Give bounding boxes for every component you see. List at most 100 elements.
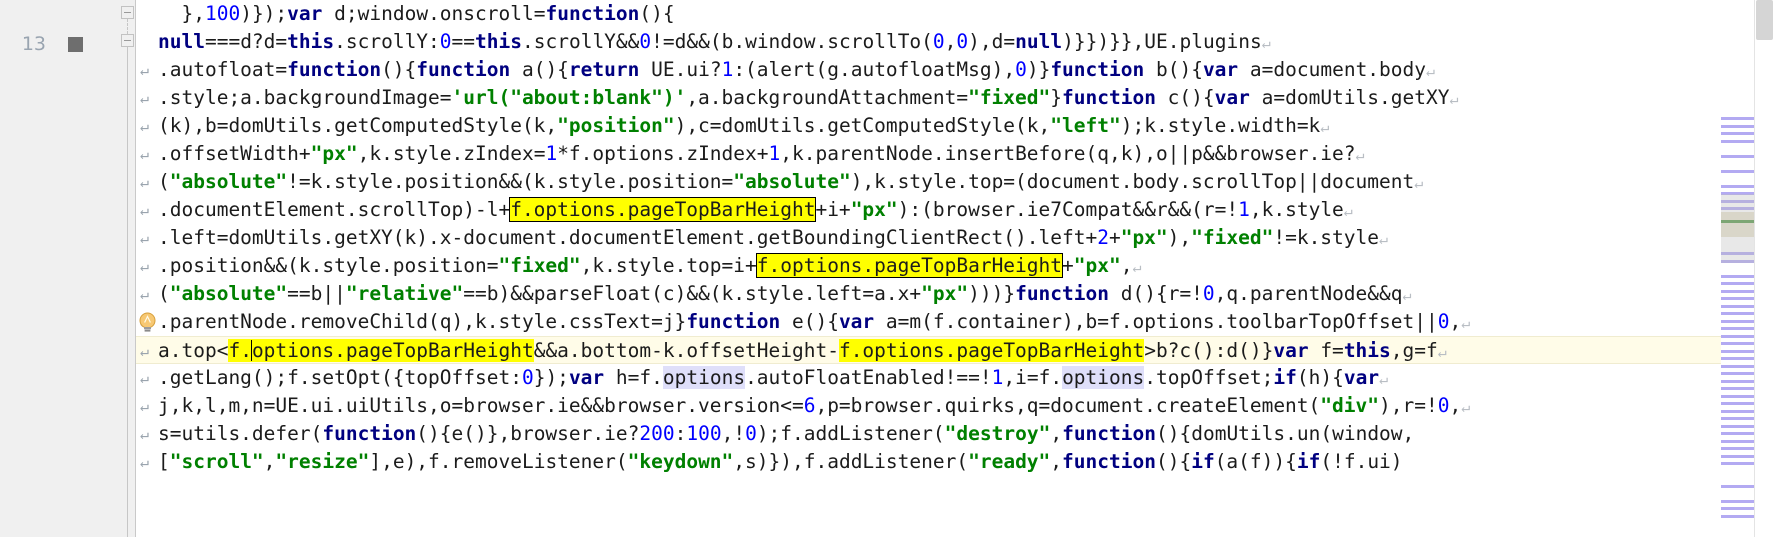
stripe-occurrence-mark[interactable] [1721, 417, 1754, 420]
code-line[interactable]: },100)});var d;window.onscroll=function(… [136, 0, 1775, 28]
code-token: 100 [686, 422, 722, 445]
stripe-occurrence-mark[interactable] [1721, 290, 1754, 293]
error-stripe-minimap[interactable] [1721, 0, 1754, 537]
code-line[interactable]: ↵ .parentNode.removeChild(q),k.style.cssT… [136, 308, 1775, 336]
code-token: ), [1167, 226, 1192, 249]
bookmark-marker[interactable] [68, 37, 83, 52]
stripe-occurrence-mark[interactable] [1721, 305, 1754, 308]
stripe-viewport-thumb[interactable] [1721, 194, 1754, 263]
fold-collapse-icon[interactable] [121, 34, 134, 47]
stripe-occurrence-mark[interactable] [1721, 365, 1754, 368]
code-token: , [1050, 450, 1063, 473]
code-line[interactable]: ↵ ("absolute"==b||"relative"==b)&&parseFl… [136, 280, 1775, 308]
wrap-end-icon: ↵ [1449, 90, 1459, 108]
code-token: return [568, 58, 640, 81]
code-editor[interactable]: 13 },100)});var d;window.onscroll=functi… [0, 0, 1775, 537]
stripe-occurrence-mark[interactable] [1721, 335, 1754, 338]
stripe-occurrence-mark[interactable] [1721, 140, 1754, 143]
stripe-occurrence-mark[interactable] [1721, 372, 1754, 375]
editor-gutter[interactable]: 13 [0, 0, 136, 537]
stripe-occurrence-mark[interactable] [1721, 357, 1754, 360]
stripe-occurrence-mark[interactable] [1721, 312, 1754, 315]
code-line[interactable]: ↵ (k),b=domUtils.getComputedStyle(k,"posi… [136, 112, 1775, 140]
code-line-current[interactable]: ↵ a.top<f.options.pageTopBarHeight&&a.bot… [136, 336, 1775, 364]
stripe-occurrence-mark[interactable] [1721, 125, 1754, 128]
code-token: function [322, 422, 417, 445]
scrollbar-thumb[interactable] [1756, 0, 1773, 40]
code-line[interactable]: ↵ .getLang();f.setOpt({topOffset:0});var … [136, 364, 1775, 392]
stripe-occurrence-mark[interactable] [1721, 117, 1754, 120]
code-token: "fixed" [1191, 226, 1274, 249]
code-line[interactable]: ↵ ["scroll","resize"],e),f.removeListener… [136, 448, 1775, 476]
code-token: , [263, 450, 276, 473]
stripe-occurrence-mark[interactable] [1721, 320, 1754, 323]
code-token: "scroll" [169, 450, 264, 473]
code-token: )}})}},UE.plugins [1062, 30, 1262, 53]
stripe-occurrence-mark[interactable] [1721, 485, 1754, 488]
code-token: )} [1026, 58, 1051, 81]
stripe-occurrence-mark[interactable] [1721, 132, 1754, 135]
code-token: !=d&&(b.window.scrollTo( [651, 30, 933, 53]
code-token: ,i=f. [1003, 366, 1063, 389]
stripe-occurrence-mark[interactable] [1721, 395, 1754, 398]
stripe-occurrence-mark[interactable] [1721, 185, 1754, 188]
stripe-occurrence-mark[interactable] [1721, 380, 1754, 383]
code-token: "absolute" [169, 170, 288, 193]
code-line[interactable]: ↵ .autofloat=function(){function a(){retu… [136, 56, 1775, 84]
code-token: ===d?d= [204, 30, 288, 53]
code-line[interactable]: ↵ .offsetWidth+"px",k.style.zIndex=1*f.op… [136, 140, 1775, 168]
code-token: ,k.style.zIndex= [357, 142, 546, 165]
code-token: function [1050, 58, 1145, 81]
code-line[interactable]: ↵ ("absolute"!=k.style.position&&(k.style… [136, 168, 1775, 196]
code-token: 0 [1202, 282, 1215, 305]
wrap-end-icon: ↵ [1355, 146, 1365, 164]
stripe-occurrence-mark[interactable] [1721, 515, 1754, 518]
code-token: (!f.ui) [1320, 450, 1403, 473]
code-token: d(){r=! [1109, 282, 1203, 305]
fold-collapse-icon[interactable] [121, 6, 134, 19]
stripe-occurrence-mark[interactable] [1721, 410, 1754, 413]
stripe-occurrence-mark[interactable] [1721, 275, 1754, 278]
stripe-occurrence-mark[interactable] [1721, 170, 1754, 173]
stripe-occurrence-mark[interactable] [1721, 282, 1754, 285]
stripe-occurrence-mark[interactable] [1721, 507, 1754, 510]
code-token: [ [158, 450, 170, 473]
stripe-occurrence-mark[interactable] [1721, 432, 1754, 435]
stripe-occurrence-mark[interactable] [1721, 425, 1754, 428]
stripe-occurrence-mark[interactable] [1721, 327, 1754, 330]
intention-lightbulb-icon[interactable] [138, 312, 157, 333]
code-token: 100 [204, 2, 241, 25]
code-token: s=utils.defer( [158, 422, 323, 445]
code-token: var [838, 310, 875, 333]
code-token: b(){ [1144, 58, 1203, 81]
code-token: : [674, 422, 687, 445]
code-token: if [1296, 450, 1321, 473]
code-line[interactable]: ↵ .left=domUtils.getXY(k).x-document.docu… [136, 224, 1775, 252]
vertical-scrollbar[interactable] [1754, 0, 1775, 537]
stripe-occurrence-mark[interactable] [1721, 402, 1754, 405]
code-content-area[interactable]: },100)});var d;window.onscroll=function(… [136, 0, 1775, 537]
code-line[interactable]: ↵ j,k,l,m,n=UE.ui.uiUtils,o=browser.ie&&b… [136, 392, 1775, 420]
stripe-occurrence-mark[interactable] [1721, 462, 1754, 465]
stripe-occurrence-mark[interactable] [1721, 440, 1754, 443]
wrap-continuation-icon: ↵ [140, 257, 150, 275]
code-line[interactable]: ↵ .documentElement.scrollTop)-l+f.options… [136, 196, 1775, 224]
stripe-occurrence-mark[interactable] [1721, 387, 1754, 390]
code-token: 0 [1015, 58, 1027, 81]
code-token: !=k.style [1273, 226, 1380, 249]
wrap-end-icon: ↵ [1132, 258, 1142, 276]
code-line[interactable]: ↵ .style;a.backgroundImage='url("about:bl… [136, 84, 1775, 112]
code-token: .style;a.backgroundImage= [158, 86, 452, 109]
code-line[interactable]: ↵ s=utils.defer(function(){e()},browser.i… [136, 420, 1775, 448]
code-token: &&a.bottom-k.offsetHeight- [533, 339, 839, 362]
code-line[interactable]: null===d?d=this.scrollY:0==this.scrollY&… [136, 28, 1775, 56]
search-occurrence-highlight: f.options.pageTopBarHeight [509, 197, 817, 222]
stripe-occurrence-mark[interactable] [1721, 447, 1754, 450]
stripe-occurrence-mark[interactable] [1721, 455, 1754, 458]
stripe-occurrence-mark[interactable] [1721, 500, 1754, 503]
code-line[interactable]: ↵ .position&&(k.style.position="fixed",k.… [136, 252, 1775, 280]
stripe-occurrence-mark[interactable] [1721, 155, 1754, 158]
stripe-occurrence-mark[interactable] [1721, 350, 1754, 353]
stripe-occurrence-mark[interactable] [1721, 342, 1754, 345]
stripe-occurrence-mark[interactable] [1721, 297, 1754, 300]
